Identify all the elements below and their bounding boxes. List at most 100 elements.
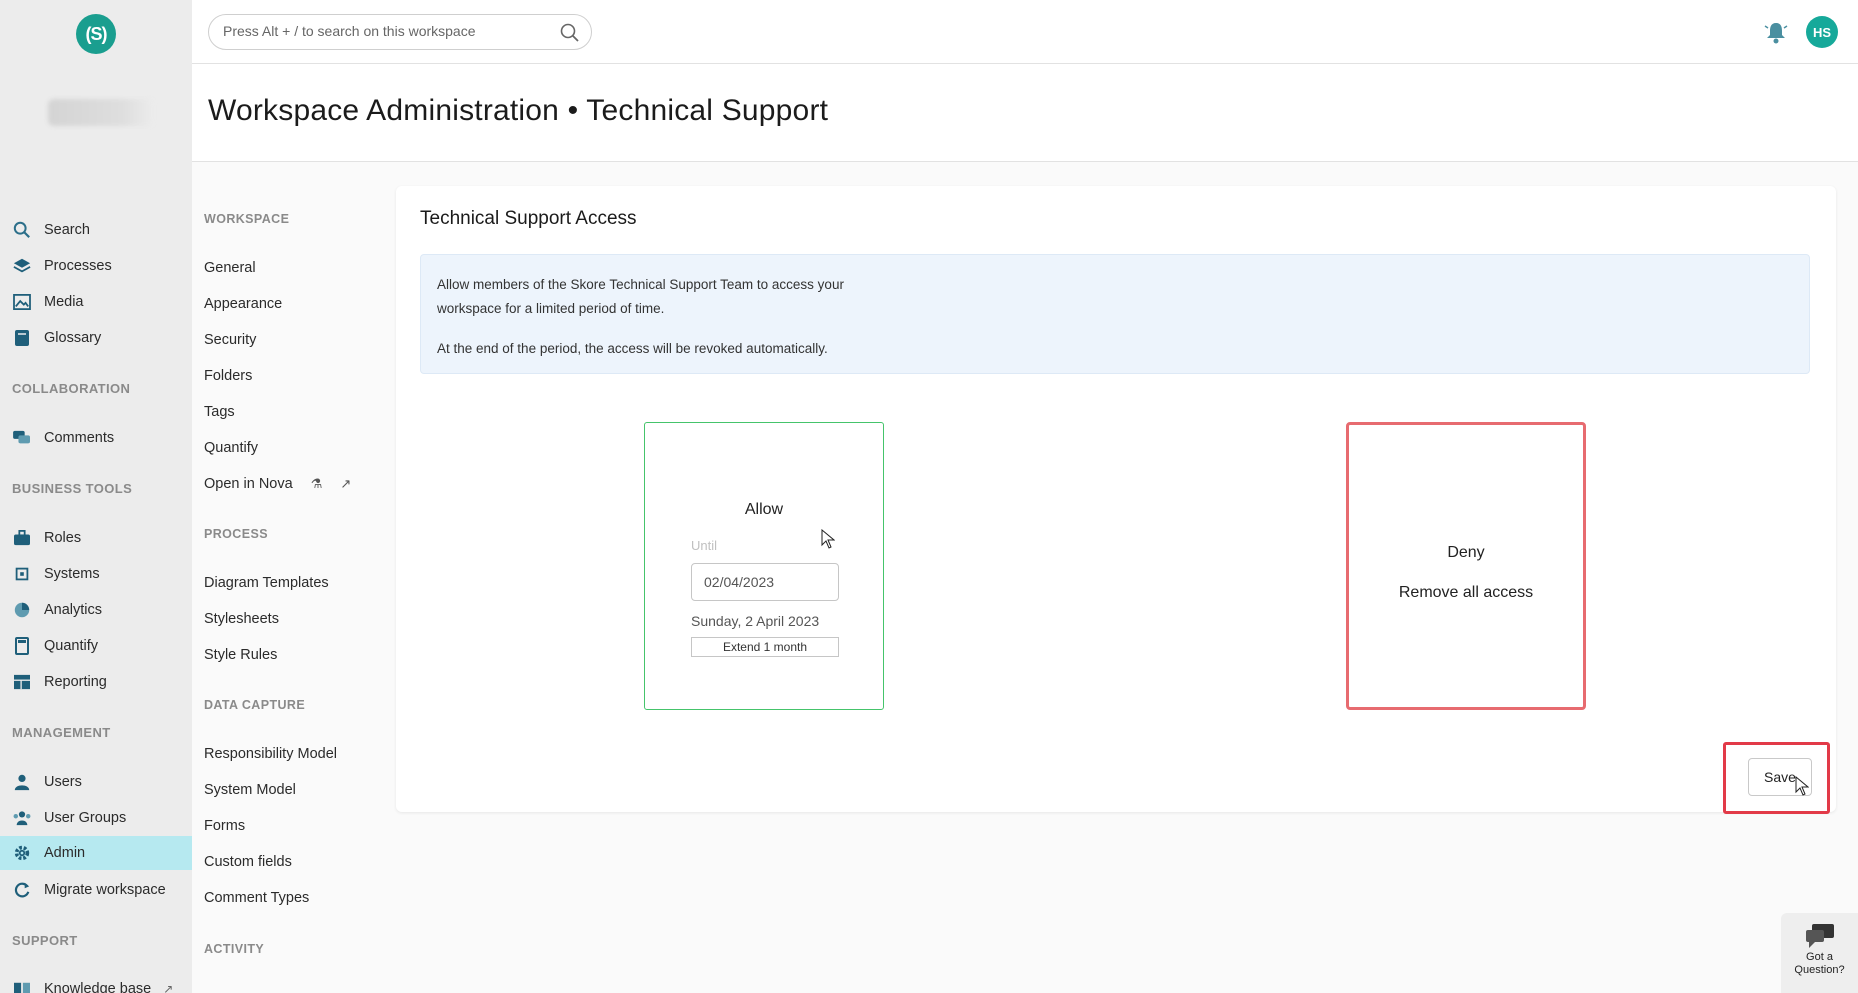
- nav-section-business-tools: BUSINESS TOOLS: [12, 481, 133, 496]
- nav-item-label: Systems: [44, 566, 100, 582]
- help-text-1: Got a: [1806, 951, 1833, 963]
- deny-label: Deny: [1447, 544, 1485, 561]
- submenu-item-style-rules[interactable]: Style Rules: [204, 647, 277, 663]
- submenu-item-diagram-templates[interactable]: Diagram Templates: [204, 575, 329, 591]
- info-text-2: At the end of the period, the access wil…: [437, 341, 828, 356]
- submenu-section-activity: ACTIVITY: [204, 942, 265, 956]
- nav-item-glossary[interactable]: Glossary: [0, 321, 192, 355]
- info-text-1: Allow members of the Skore Technical Sup…: [437, 277, 844, 316]
- nav-item-user-groups[interactable]: User Groups: [0, 801, 192, 835]
- app-logo[interactable]: (S): [76, 14, 116, 54]
- admin-submenu: WORKSPACE General Appearance Security Fo…: [192, 162, 375, 993]
- nav-item-label: Search: [44, 222, 90, 238]
- external-link-icon: ↗: [163, 982, 174, 993]
- book-open-icon: [12, 979, 32, 993]
- top-bar: HS: [192, 0, 1858, 64]
- external-link-icon[interactable]: ↗: [340, 476, 351, 492]
- page-header: Workspace Administration • Technical Sup…: [192, 64, 1858, 162]
- search-icon[interactable]: [559, 22, 581, 44]
- nav-item-knowledge-base[interactable]: Knowledge base ↗: [0, 972, 192, 993]
- table-icon: [12, 672, 32, 692]
- submenu-item-responsibility-model[interactable]: Responsibility Model: [204, 746, 337, 762]
- submenu-section-process: PROCESS: [204, 527, 268, 541]
- nav-item-quantify[interactable]: Quantify: [0, 629, 192, 663]
- nav-item-search[interactable]: Search: [0, 213, 192, 247]
- submenu-item-general[interactable]: General: [204, 260, 256, 276]
- user-icon: [12, 772, 32, 792]
- notification-bell-icon[interactable]: [1762, 18, 1790, 46]
- submenu-item-forms[interactable]: Forms: [204, 818, 245, 834]
- deny-option[interactable]: Deny Remove all access: [1346, 422, 1586, 710]
- deny-sub-label: Remove all access: [1398, 584, 1534, 601]
- workspace-logo-blurred: [48, 99, 154, 126]
- users-icon: [12, 808, 32, 828]
- nav-item-label: Reporting: [44, 674, 107, 690]
- nav-item-label: User Groups: [44, 810, 127, 826]
- mouse-cursor-icon: [1795, 776, 1809, 796]
- submenu-section-data-capture: DATA CAPTURE: [204, 698, 306, 712]
- allow-label: Allow: [744, 501, 784, 518]
- nav-item-label: Processes: [44, 258, 112, 274]
- nav-item-users[interactable]: Users: [0, 765, 192, 799]
- info-box: Allow members of the Skore Technical Sup…: [420, 254, 1810, 374]
- nav-item-label: Glossary: [44, 330, 102, 346]
- mouse-cursor-icon: [821, 529, 835, 549]
- nav-item-label: Quantify: [44, 638, 98, 654]
- submenu-item-quantify[interactable]: Quantify: [204, 440, 258, 456]
- nav-item-label: Analytics: [44, 602, 103, 618]
- submenu-item-stylesheets[interactable]: Stylesheets: [204, 611, 279, 627]
- nav-item-label: Media: [44, 294, 84, 310]
- submenu-item-security[interactable]: Security: [204, 332, 256, 348]
- until-date-text: Sunday, 2 April 2023: [691, 613, 820, 629]
- gear-icon: [12, 843, 32, 863]
- submenu-item-open-in-nova[interactable]: Open in Nova ⚗ ↗: [204, 476, 351, 492]
- nav-item-label: Users: [44, 774, 82, 790]
- submenu-item-tags[interactable]: Tags: [204, 404, 235, 420]
- card-title: Technical Support Access: [420, 208, 637, 229]
- layers-icon: [12, 256, 32, 276]
- nova-icon: ⚗: [310, 476, 323, 491]
- nav-section-support: SUPPORT: [12, 933, 78, 948]
- calculator-icon: [12, 636, 32, 656]
- nav-item-media[interactable]: Media: [0, 285, 192, 319]
- allow-option[interactable]: Allow Until Sunday, 2 April 2023 Extend …: [644, 422, 884, 710]
- submenu-item-comment-types[interactable]: Comment Types: [204, 890, 309, 906]
- user-avatar[interactable]: HS: [1806, 16, 1838, 48]
- image-icon: [12, 292, 32, 312]
- nav-item-comments[interactable]: Comments: [0, 421, 192, 455]
- left-nav: (S) Search Processes Media Glossary COLL…: [0, 0, 192, 993]
- nav-item-migrate-workspace[interactable]: Migrate workspace: [0, 873, 192, 907]
- nav-item-analytics[interactable]: Analytics: [0, 593, 192, 627]
- nav-item-admin[interactable]: Admin: [0, 836, 192, 870]
- until-date-field[interactable]: [691, 563, 839, 601]
- refresh-icon: [12, 880, 32, 900]
- submenu-section-workspace: WORKSPACE: [204, 212, 290, 226]
- search-box[interactable]: [208, 14, 592, 50]
- nav-item-reporting[interactable]: Reporting: [0, 665, 192, 699]
- briefcase-icon: [12, 528, 32, 548]
- nav-item-systems[interactable]: Systems: [0, 557, 192, 591]
- nav-item-processes[interactable]: Processes: [0, 249, 192, 283]
- page-title: Workspace Administration • Technical Sup…: [208, 94, 829, 127]
- submenu-item-system-model[interactable]: System Model: [204, 782, 296, 798]
- search-input[interactable]: [223, 23, 553, 39]
- comments-icon: [12, 428, 32, 448]
- nav-item-label: Roles: [44, 530, 82, 546]
- extend-1-month-button[interactable]: Extend 1 month: [691, 637, 839, 657]
- until-label: Until: [691, 538, 718, 553]
- nav-item-label: Migrate workspace: [44, 882, 166, 898]
- submenu-item-appearance[interactable]: Appearance: [204, 296, 282, 312]
- chip-icon: [12, 564, 32, 584]
- help-widget[interactable]: Got a Question?: [1781, 913, 1858, 993]
- nav-section-collaboration: COLLABORATION: [12, 381, 131, 396]
- submenu-item-folders[interactable]: Folders: [204, 368, 252, 384]
- chat-icon: [1805, 923, 1835, 949]
- nav-item-label: Admin: [44, 845, 86, 861]
- submenu-item-custom-fields[interactable]: Custom fields: [204, 854, 292, 870]
- nav-item-roles[interactable]: Roles: [0, 521, 192, 555]
- technical-support-card: Technical Support Access Allow members o…: [396, 186, 1836, 814]
- nav-section-management: MANAGEMENT: [12, 725, 111, 740]
- nav-item-label: Comments: [44, 430, 115, 446]
- submenu-item-label: Open in Nova: [204, 476, 293, 492]
- pie-chart-icon: [12, 600, 32, 620]
